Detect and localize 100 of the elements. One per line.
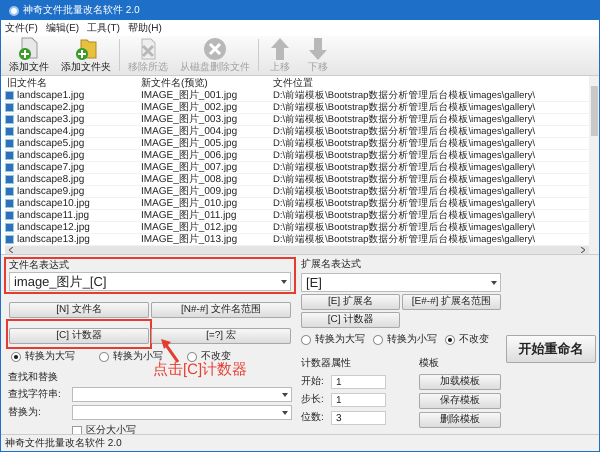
insert-button[interactable]: [C] 计数器 [9,328,149,344]
table-cell-text: IMAGE_图片_002.jpg [140,102,238,112]
find-field[interactable] [72,387,292,402]
table-cell-text: D:\前端模板\Bootstrap数据分析管理后台模板\images\gallery\ [272,234,535,244]
table-cell: landscape1.jpg [17,90,84,100]
section-label: 模板 [419,356,440,371]
column-header: 旧文件名 [6,76,48,90]
radio-button[interactable] [445,334,455,344]
template-button[interactable]: 保存模板 [419,393,501,409]
name-expression-field[interactable]: image_图片_[C] [9,272,291,291]
table-cell: landscape6.jpg [17,150,84,160]
table-cell-text: D:\前端模板\Bootstrap数据分析管理后台模板\images\gallery\ [272,138,535,148]
radio-label: 不改变 [459,332,489,347]
table-cell-text: D:\前端模板\Bootstrap数据分析管理后台模板\images\gallery\ [272,210,535,220]
table-cell: landscape8.jpg [17,174,84,184]
table-cell-text: IMAGE_图片_010.jpg [140,198,238,208]
table-cell-text: D:\前端模板\Bootstrap数据分析管理后台模板\images\gallery\ [272,186,535,196]
field-label: 替换为: [8,406,42,420]
toolbar-button[interactable]: 添加文件夹 [57,36,115,73]
status-text: 神奇文件批量改名软件 2.0 [5,436,122,450]
checkbox[interactable] [72,426,82,434]
section-label: 扩展名表达式 [301,259,362,271]
insert-button[interactable]: [N#-#] 文件名范围 [151,302,291,318]
table-cell-text: IMAGE_图片_007.jpg [140,162,238,172]
table-cell-text: D:\前端模板\Bootstrap数据分析管理后台模板\images\gallery\ [272,114,535,124]
insert-button[interactable]: [=?] 宏 [151,328,291,344]
menu-item[interactable]: 文件(F) [5,20,38,36]
column-header: 新文件名(预览) [140,76,209,90]
toolbar-button[interactable]: 添加文件 [5,36,53,73]
field-label: 开始: [301,375,325,389]
table-cell-text: IMAGE_图片_012.jpg [140,222,238,232]
table-cell-text: IMAGE_图片_003.jpg [140,114,238,124]
table-cell-text: IMAGE_图片_001.jpg [140,90,238,100]
column-header: 文件位置 [272,76,313,90]
table-cell-text: IMAGE_图片_008.jpg [140,174,238,184]
delete-icon [202,36,228,62]
insert-button[interactable]: [E#-#] 扩展名范围 [402,294,501,310]
counter-field[interactable]: 1 [331,392,386,406]
radio-button[interactable] [11,352,21,362]
dropdown-arrow-icon [282,410,288,414]
table-cell-text: IMAGE_图片_006.jpg [140,150,238,160]
radio-button[interactable] [187,352,197,362]
insert-button[interactable]: [E] 扩展名 [301,294,400,310]
insert-button[interactable]: [C] 计数器 [301,312,400,328]
table-cell-text: D:\前端模板\Bootstrap数据分析管理后台模板\images\gallery\ [272,174,535,184]
checkbox-label: 区分大小写 [86,424,136,434]
table-cell: landscape2.jpg [17,102,84,112]
dropdown-arrow-icon [491,280,497,284]
section-label: 查找和替换 [8,372,59,384]
table-cell-text: IMAGE_图片_013.jpg [140,234,238,244]
counter-field[interactable]: 3 [331,410,386,424]
field-label: 步长: [301,392,325,407]
table-cell-text: D:\前端模板\Bootstrap数据分析管理后台模板\images\gallery\ [272,126,535,136]
counter-field[interactable]: 1 [331,374,386,388]
table-cell-text: IMAGE_图片_005.jpg [140,138,238,148]
table-cell: landscape13.jpg [17,234,90,244]
annotation-text: 点击[C]计数器 [153,361,248,379]
table-cell: landscape12.jpg [17,222,90,232]
table-cell-text: D:\前端模板\Bootstrap数据分析管理后台模板\images\gallery\ [272,222,535,232]
table-cell-text: D:\前端模板\Bootstrap数据分析管理后台模板\images\gallery\ [272,90,535,100]
radio-label: 不改变 [201,350,231,362]
table-cell-text: IMAGE_图片_004.jpg [140,126,238,136]
dropdown-arrow-icon [282,392,288,396]
template-button[interactable]: 删除模板 [419,412,501,428]
section-label: 文件名表达式 [9,260,70,272]
radio-label: 转换为小写 [113,350,163,362]
insert-button[interactable]: [N] 文件名 [9,302,149,318]
scroll-right-icon [581,247,585,253]
table-cell: landscape9.jpg [17,186,84,196]
window-title: 神奇文件批量改名软件 2.0 [23,4,140,18]
table-cell: landscape7.jpg [17,162,84,172]
table-cell: landscape3.jpg [17,114,84,124]
table-cell: landscape5.jpg [17,138,84,148]
section-label: 计数器属性 [301,356,352,371]
table-cell: landscape4.jpg [17,126,84,136]
radio-label: 转换为大写 [315,332,365,347]
radio-label: 转换为小写 [387,332,437,347]
dropdown-arrow-icon [281,280,287,284]
table-cell-text: D:\前端模板\Bootstrap数据分析管理后台模板\images\gallery\ [272,162,535,172]
radio-button[interactable] [301,334,311,344]
radio-label: 转换为大写 [25,350,75,364]
app-icon [9,6,19,16]
start-rename-button[interactable]: 开始重命名 [506,335,596,363]
replace-field[interactable] [72,405,292,420]
table-cell-text: D:\前端模板\Bootstrap数据分析管理后台模板\images\gallery\ [272,150,535,160]
table-cell-text: IMAGE_图片_011.jpg [140,210,238,220]
scroll-left-icon [9,247,13,253]
menu-item[interactable]: 编辑(E) [46,20,80,36]
radio-button[interactable] [373,334,383,344]
menu-item[interactable]: 工具(T) [87,20,120,36]
extension-expression-field[interactable]: [E] [301,273,501,292]
menu-item[interactable]: 帮助(H) [128,20,162,36]
field-label: 位数: [301,411,325,425]
field-label: 查找字符串: [8,388,62,402]
table-cell: landscape11.jpg [17,210,90,220]
radio-button[interactable] [99,352,109,362]
template-button[interactable]: 加载模板 [419,374,501,390]
table-cell-text: IMAGE_图片_009.jpg [140,186,238,196]
table-cell-text: D:\前端模板\Bootstrap数据分析管理后台模板\images\gallery\ [272,198,535,208]
table-cell-text: D:\前端模板\Bootstrap数据分析管理后台模板\images\gallery\ [272,102,535,112]
